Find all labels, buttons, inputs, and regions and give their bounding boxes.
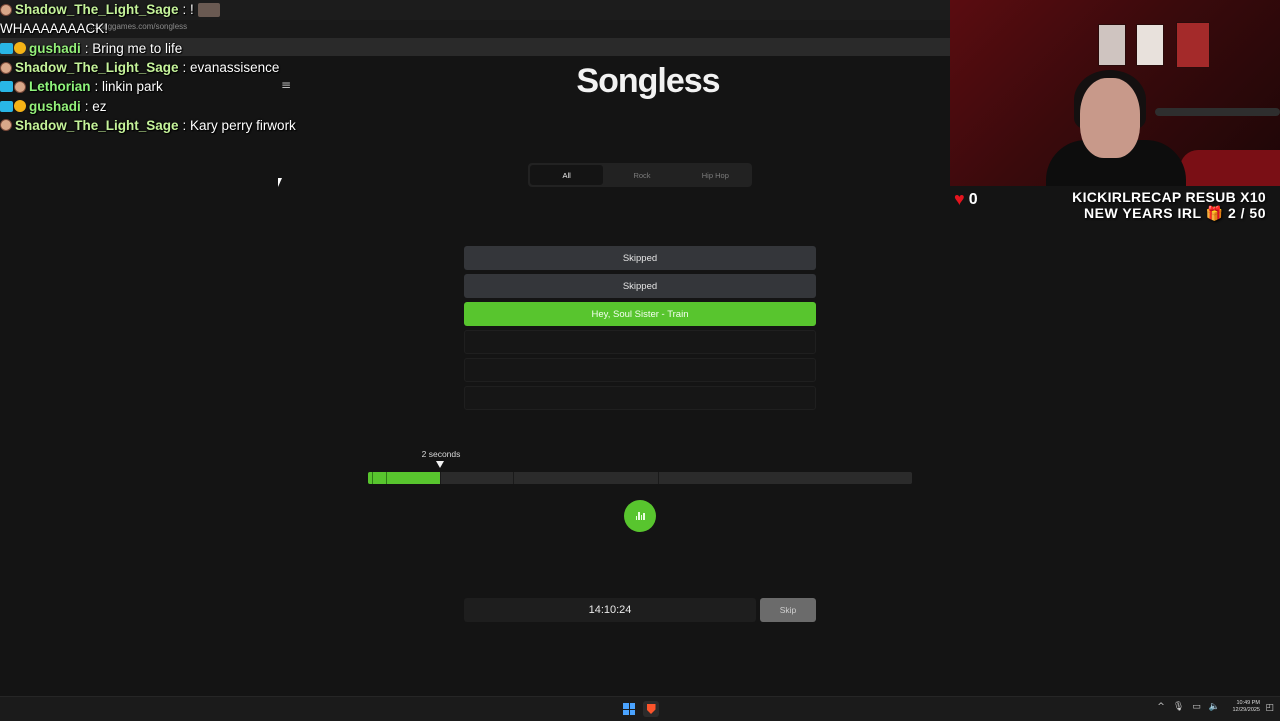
tab-rock[interactable]: Rock: [605, 163, 678, 187]
mouse-cursor-icon: [278, 178, 286, 187]
chef-badge-icon: [0, 119, 12, 132]
chat-text: evanassisence: [190, 60, 280, 76]
progress-segment: [441, 472, 514, 484]
play-button[interactable]: [624, 500, 656, 532]
guess-slot-skipped: Skipped: [464, 274, 816, 298]
tab-all[interactable]: All: [530, 165, 604, 185]
chat-username: gushadi: [29, 40, 81, 56]
progress-segment: [659, 472, 912, 484]
wall-frame: [1136, 24, 1164, 66]
chat-username: Shadow_The_Light_Sage: [15, 117, 179, 133]
genre-tabs: All Rock Hip Hop: [528, 163, 752, 187]
chat-text: !: [190, 2, 194, 18]
chat-text: Kary perry firwork: [190, 117, 296, 133]
chat-message: gushadi: Bring me to life: [0, 39, 460, 58]
ninja-badge-icon: [14, 80, 26, 93]
chat-message: WHAAAAAAACK!: [0, 19, 460, 38]
equalizer-bars-icon: [635, 512, 645, 520]
subscriber-badge-icon: [0, 42, 13, 54]
guess-slot-empty: [464, 330, 816, 354]
gold-badge-icon: [14, 100, 26, 113]
playhead-marker-icon: [436, 461, 444, 468]
subscriber-badge-icon: [0, 81, 13, 93]
webcam-feed: [950, 0, 1280, 186]
gift-icon: 🎁: [1205, 205, 1224, 221]
chat-message: Shadow_The_Light_Sage: Kary perry firwor…: [0, 116, 460, 135]
chat-username: Shadow_The_Light_Sage: [15, 60, 179, 76]
chat-message: gushadi: ez: [0, 96, 460, 115]
microphone-arm: [1155, 108, 1280, 116]
gold-badge-icon: [14, 42, 26, 55]
taskbar: ^ 🎙 ▭ 🔈 10:49 PM 12/29/2025 ◰: [0, 696, 1280, 721]
notification-icon[interactable]: ◰: [1265, 703, 1274, 713]
chevron-up-icon[interactable]: ^: [1157, 702, 1165, 712]
progress-tick: [386, 472, 387, 484]
guess-input[interactable]: 14:10:24: [464, 598, 756, 622]
chat-text: linkin park: [102, 79, 163, 95]
wall-frame: [1098, 24, 1126, 66]
progress-fill: [368, 472, 440, 484]
chat-username: Lethorian: [29, 79, 91, 95]
microphone-icon[interactable]: 🎙: [1173, 702, 1184, 712]
tab-hip-hop[interactable]: Hip Hop: [679, 163, 752, 187]
avatar: [197, 2, 220, 17]
guess-slot-empty: [464, 386, 816, 410]
goal-label: NEW YEARS IRL: [1084, 205, 1202, 221]
network-icon[interactable]: ▭: [1192, 702, 1201, 712]
chair: [1180, 150, 1280, 186]
chat-text: WHAAAAAAACK!: [0, 21, 109, 37]
volume-icon[interactable]: 🔈: [1209, 702, 1220, 712]
clock-date: 12/29/2025: [1232, 707, 1260, 713]
brave-browser-icon[interactable]: [643, 701, 659, 717]
goal-progress: 2 / 50: [1227, 205, 1266, 221]
heart-count-value: 0: [968, 190, 978, 208]
guess-slot-empty: [464, 358, 816, 382]
chat-overlay: Shadow_The_Light_Sage: ! WHAAAAAAACK! gu…: [0, 0, 460, 135]
chef-badge-icon: [0, 61, 12, 74]
heart-icon: ♥: [954, 189, 965, 209]
windows-start-icon[interactable]: [623, 703, 635, 715]
seconds-label: 2 seconds: [421, 449, 461, 459]
skip-button[interactable]: Skip: [760, 598, 816, 622]
streamer-face: [1080, 78, 1140, 158]
progress-tick: [372, 472, 373, 484]
chat-message: Shadow_The_Light_Sage: !: [0, 0, 460, 19]
progress-segment: [514, 472, 659, 484]
resub-banner: KICKIRLRECAP RESUB X10: [1072, 189, 1266, 205]
taskbar-clock[interactable]: 10:49 PM 12/29/2025: [1232, 700, 1260, 714]
wall-frame: [1176, 22, 1210, 68]
chat-username: Shadow_The_Light_Sage: [15, 2, 179, 18]
chat-text: ez: [92, 98, 107, 114]
goal-banner: NEW YEARS IRL 🎁 2 / 50: [1084, 205, 1266, 222]
chef-badge-icon: [0, 3, 12, 16]
chat-message: Shadow_The_Light_Sage: evanassisence: [0, 58, 460, 77]
clock-time: 10:49 PM: [1236, 700, 1260, 706]
snippet-progress-bar[interactable]: [368, 472, 912, 484]
chat-username: gushadi: [29, 98, 81, 114]
chat-text: Bring me to life: [92, 40, 183, 56]
subscriber-badge-icon: [0, 100, 13, 112]
chat-message: Lethorian: linkin park: [0, 77, 460, 96]
guess-slot-skipped: Skipped: [464, 246, 816, 270]
heart-counter: ♥ 0: [954, 189, 978, 210]
guess-slot-correct: Hey, Soul Sister - Train: [464, 302, 816, 326]
system-tray: ^ 🎙 ▭ 🔈: [1157, 702, 1220, 712]
